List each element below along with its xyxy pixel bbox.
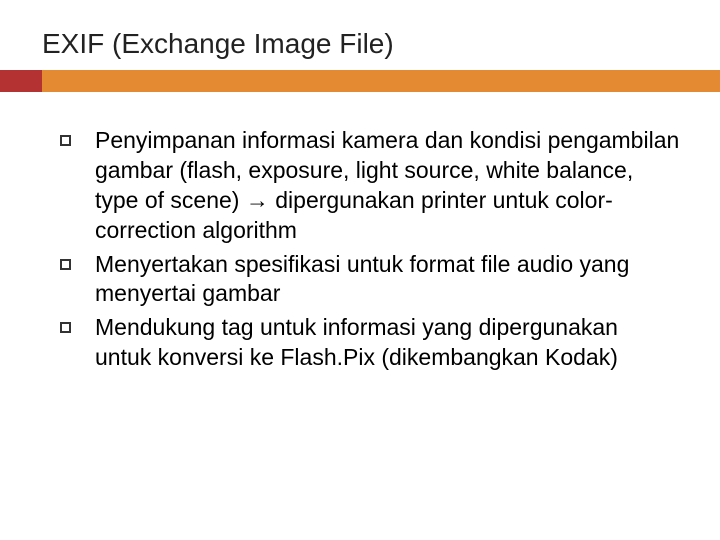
list-item-text: Mendukung tag untuk informasi yang diper… <box>95 313 680 373</box>
bullet-list: Penyimpanan informasi kamera dan kondisi… <box>60 126 680 373</box>
list-item-text: Menyertakan spesifikasi untuk format fil… <box>95 250 680 310</box>
accent-bar-left <box>0 70 42 92</box>
accent-bar-right <box>42 70 720 92</box>
list-item: Penyimpanan informasi kamera dan kondisi… <box>60 126 680 246</box>
accent-bar <box>0 70 720 92</box>
slide-title: EXIF (Exchange Image File) <box>0 0 720 70</box>
square-bullet-icon <box>60 135 71 146</box>
list-item-text: Penyimpanan informasi kamera dan kondisi… <box>95 126 680 246</box>
list-item: Menyertakan spesifikasi untuk format fil… <box>60 250 680 310</box>
square-bullet-icon <box>60 259 71 270</box>
list-item: Mendukung tag untuk informasi yang diper… <box>60 313 680 373</box>
square-bullet-icon <box>60 322 71 333</box>
slide-body: Penyimpanan informasi kamera dan kondisi… <box>0 92 720 373</box>
